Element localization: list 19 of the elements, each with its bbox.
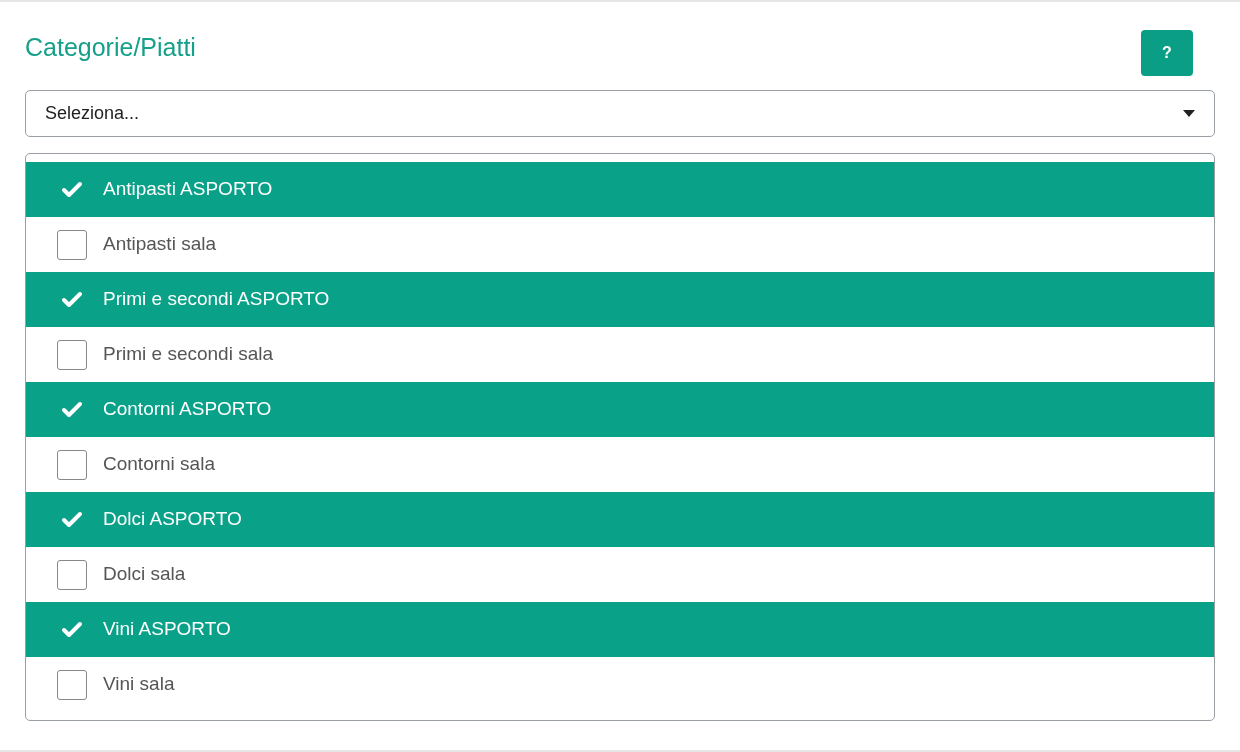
category-select[interactable]: Seleziona... xyxy=(25,90,1215,137)
section-title: Categorie/Piatti xyxy=(25,32,196,63)
option-label: Contorni ASPORTO xyxy=(103,397,272,422)
option-label: Antipasti ASPORTO xyxy=(103,177,273,202)
caret-icon xyxy=(1183,110,1195,117)
checkbox[interactable] xyxy=(57,669,87,700)
option-label: Vini sala xyxy=(103,672,175,697)
option-label: Primi e secondi ASPORTO xyxy=(103,287,330,312)
checkbox[interactable] xyxy=(57,339,87,370)
option-label: Contorni sala xyxy=(103,452,215,477)
checkbox[interactable] xyxy=(57,559,87,590)
option-label: Antipasti sala xyxy=(103,232,216,257)
checkbox[interactable] xyxy=(57,449,87,480)
option-label: Dolci ASPORTO xyxy=(103,507,242,532)
option-label: Dolci sala xyxy=(103,562,186,587)
select-placeholder: Seleziona... xyxy=(45,102,140,125)
option-label: Primi e secondi sala xyxy=(103,342,274,367)
option-label: Vini ASPORTO xyxy=(103,617,231,642)
checkbox[interactable] xyxy=(57,229,87,260)
